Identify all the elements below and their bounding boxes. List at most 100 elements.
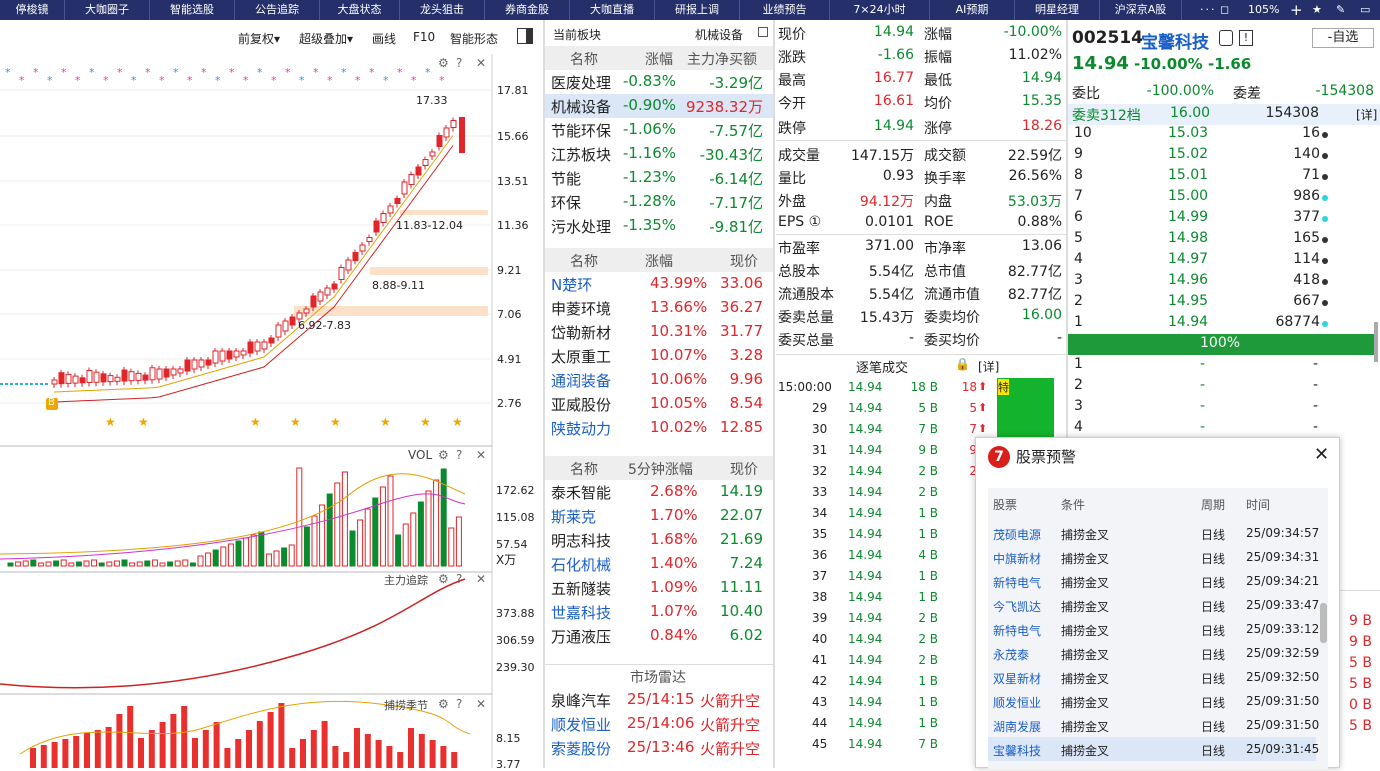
nav-tab[interactable]: 券商金股 xyxy=(485,0,570,20)
alert-stock[interactable]: 中旗新材 xyxy=(993,550,1041,567)
row-name[interactable]: 石化机械 xyxy=(551,554,611,575)
row-value: -6.14亿 xyxy=(709,170,763,188)
collapse-icon[interactable]: ◻ xyxy=(1220,0,1229,20)
notice-icon[interactable]: ! xyxy=(1239,30,1253,46)
row-name[interactable]: 陕鼓动力 xyxy=(551,418,611,439)
nav-tab[interactable]: 大盘状态 xyxy=(320,0,400,20)
alert-stock[interactable]: 永茂泰 xyxy=(993,646,1029,663)
stock-name[interactable]: 宝馨科技 xyxy=(1141,28,1209,53)
star-icon[interactable]: ★ xyxy=(1312,0,1322,20)
settings-icon[interactable]: ⚙ xyxy=(438,572,449,586)
close-icon[interactable]: ✕ xyxy=(476,572,486,586)
add-watchlist-button[interactable]: -自选 xyxy=(1312,28,1374,48)
help-icon[interactable]: ? xyxy=(456,572,462,586)
draw-line-button[interactable]: 画线 xyxy=(372,30,396,47)
radar-stock[interactable]: 顺发恒业 xyxy=(551,714,611,735)
alert-stock[interactable]: 宝馨科技 xyxy=(993,742,1041,759)
row-name[interactable]: N楚环 xyxy=(551,274,592,295)
volume-bar xyxy=(22,560,29,567)
radar-stock[interactable]: 泉峰汽车 xyxy=(551,690,611,711)
overlay-dropdown[interactable]: 超级叠加▾ xyxy=(299,30,353,47)
alert-stock[interactable]: 新特电气 xyxy=(993,622,1041,639)
radar-stock[interactable]: 索菱股份 xyxy=(551,738,611,759)
alert-stock[interactable]: 新特电气 xyxy=(993,574,1041,591)
alert-stock[interactable]: 茂硕电源 xyxy=(993,526,1041,543)
f10-button[interactable]: F10 xyxy=(413,30,435,44)
settings-icon[interactable]: ⚙ xyxy=(438,448,449,462)
row-name[interactable]: 世嘉科技 xyxy=(551,602,611,623)
capture-bar xyxy=(213,722,220,768)
nav-tab[interactable]: 公告追踪 xyxy=(235,0,320,20)
close-icon[interactable]: ✕ xyxy=(476,56,486,70)
capture-bar xyxy=(181,706,188,768)
more-icon[interactable]: ··· xyxy=(1200,0,1217,20)
row-name[interactable]: 节能 xyxy=(551,168,581,189)
close-icon[interactable]: ✕ xyxy=(1314,444,1329,465)
alert-stock[interactable]: 今飞凯达 xyxy=(993,598,1041,615)
nav-tab[interactable]: 停梭镜 xyxy=(0,0,65,20)
row-name[interactable]: 明志科技 xyxy=(551,530,611,551)
help-icon[interactable]: ? xyxy=(456,448,462,462)
row-name[interactable]: 节能环保 xyxy=(551,120,611,141)
row-name[interactable]: 亚威股份 xyxy=(551,394,611,415)
help-icon[interactable]: ? xyxy=(456,697,462,711)
alert-stock[interactable]: 顺发恒业 xyxy=(993,694,1041,711)
close-icon[interactable]: ✕ xyxy=(476,697,486,711)
zoom-in-icon[interactable]: + xyxy=(1290,0,1303,20)
sector-expand-icon[interactable] xyxy=(758,27,768,37)
quote-label: 委买均价 xyxy=(924,333,980,349)
row-name[interactable]: 万通液压 xyxy=(551,626,611,647)
row-name[interactable]: 污水处理 xyxy=(551,216,611,237)
row-name[interactable]: 斯莱克 xyxy=(551,506,596,527)
quote-value: 16.77 xyxy=(873,70,914,86)
alert-stock[interactable]: 湖南发展 xyxy=(993,718,1041,735)
nav-tab[interactable]: 7×24小时 xyxy=(830,0,930,20)
capture-bar xyxy=(332,746,339,768)
row-name[interactable]: 岱勒新材 xyxy=(551,322,611,343)
scrollbar[interactable] xyxy=(1374,322,1378,362)
adjust-dropdown[interactable]: 前复权▾ xyxy=(238,30,280,47)
nav-tab[interactable]: 沪深京A股 xyxy=(1100,0,1182,20)
nav-tab[interactable]: 智能选股 xyxy=(150,0,235,20)
volume-bar xyxy=(273,550,280,567)
alarm-icon[interactable] xyxy=(1219,30,1233,46)
quote-label: 最高 xyxy=(778,73,806,89)
nav-tab[interactable]: AI预期 xyxy=(930,0,1015,20)
nav-tab[interactable]: 龙头狙击 xyxy=(400,0,485,20)
smart-pattern-button[interactable]: 智能形态 xyxy=(450,30,498,47)
stock-alert-popup[interactable]: 7 股票预警 ✕ 股票 条件 周期 时间 茂硕电源 捕捞金叉 日线 25/09:34:57 中旗新材捕… xyxy=(975,437,1340,769)
settings-icon[interactable]: ⚙ xyxy=(438,697,449,711)
nav-tab[interactable]: 研报上调 xyxy=(655,0,740,20)
capture-bar xyxy=(148,730,155,768)
sector-header-right[interactable]: 机械设备 xyxy=(695,26,743,43)
tick-volume: 1 B xyxy=(918,506,938,520)
row-name[interactable]: 医废处理 xyxy=(551,72,611,93)
nav-tab[interactable]: 业绩预告 xyxy=(740,0,830,20)
nav-tab[interactable]: 大咖圈子 xyxy=(65,0,150,20)
nav-tab[interactable]: 明星经理 xyxy=(1015,0,1100,20)
candle xyxy=(107,375,114,383)
panel-toggle-icon[interactable] xyxy=(517,28,533,44)
row-name[interactable]: 通润装备 xyxy=(551,370,611,391)
orderbook-detail-link[interactable]: [详] xyxy=(1356,106,1377,123)
close-icon[interactable]: ✕ xyxy=(476,448,486,462)
row-name[interactable]: 太原重工 xyxy=(551,346,611,367)
order-dot-icon xyxy=(1322,153,1328,159)
alert-stock[interactable]: 双星新材 xyxy=(993,670,1041,687)
lock-icon[interactable]: 🔒 xyxy=(955,357,970,371)
row-name[interactable]: 环保 xyxy=(551,192,581,213)
ticks-detail-link[interactable]: [详] xyxy=(978,358,999,375)
help-icon[interactable]: ? xyxy=(456,56,462,70)
row-name[interactable]: 泰禾智能 xyxy=(551,482,611,503)
window-icon[interactable]: ▭ xyxy=(1360,0,1370,20)
row-name[interactable]: 江苏板块 xyxy=(551,144,611,165)
edit-icon[interactable]: ✎ xyxy=(1336,0,1345,20)
settings-icon[interactable]: ⚙ xyxy=(438,56,449,70)
candle xyxy=(205,359,212,366)
row-name[interactable]: 机械设备 xyxy=(551,96,611,117)
row-name[interactable]: 申菱环境 xyxy=(551,298,611,319)
nav-tab[interactable]: 大咖直播 xyxy=(570,0,655,20)
alert-scrollbar[interactable] xyxy=(1320,603,1327,643)
kline-chart[interactable]: * * * * * * * * * * * * * * * * * * * * * * * * * * * * * * * * ★ ★ ★ ★ ★ ★ ★ ★ xyxy=(0,54,540,768)
row-name[interactable]: 五新隧装 xyxy=(551,578,611,599)
